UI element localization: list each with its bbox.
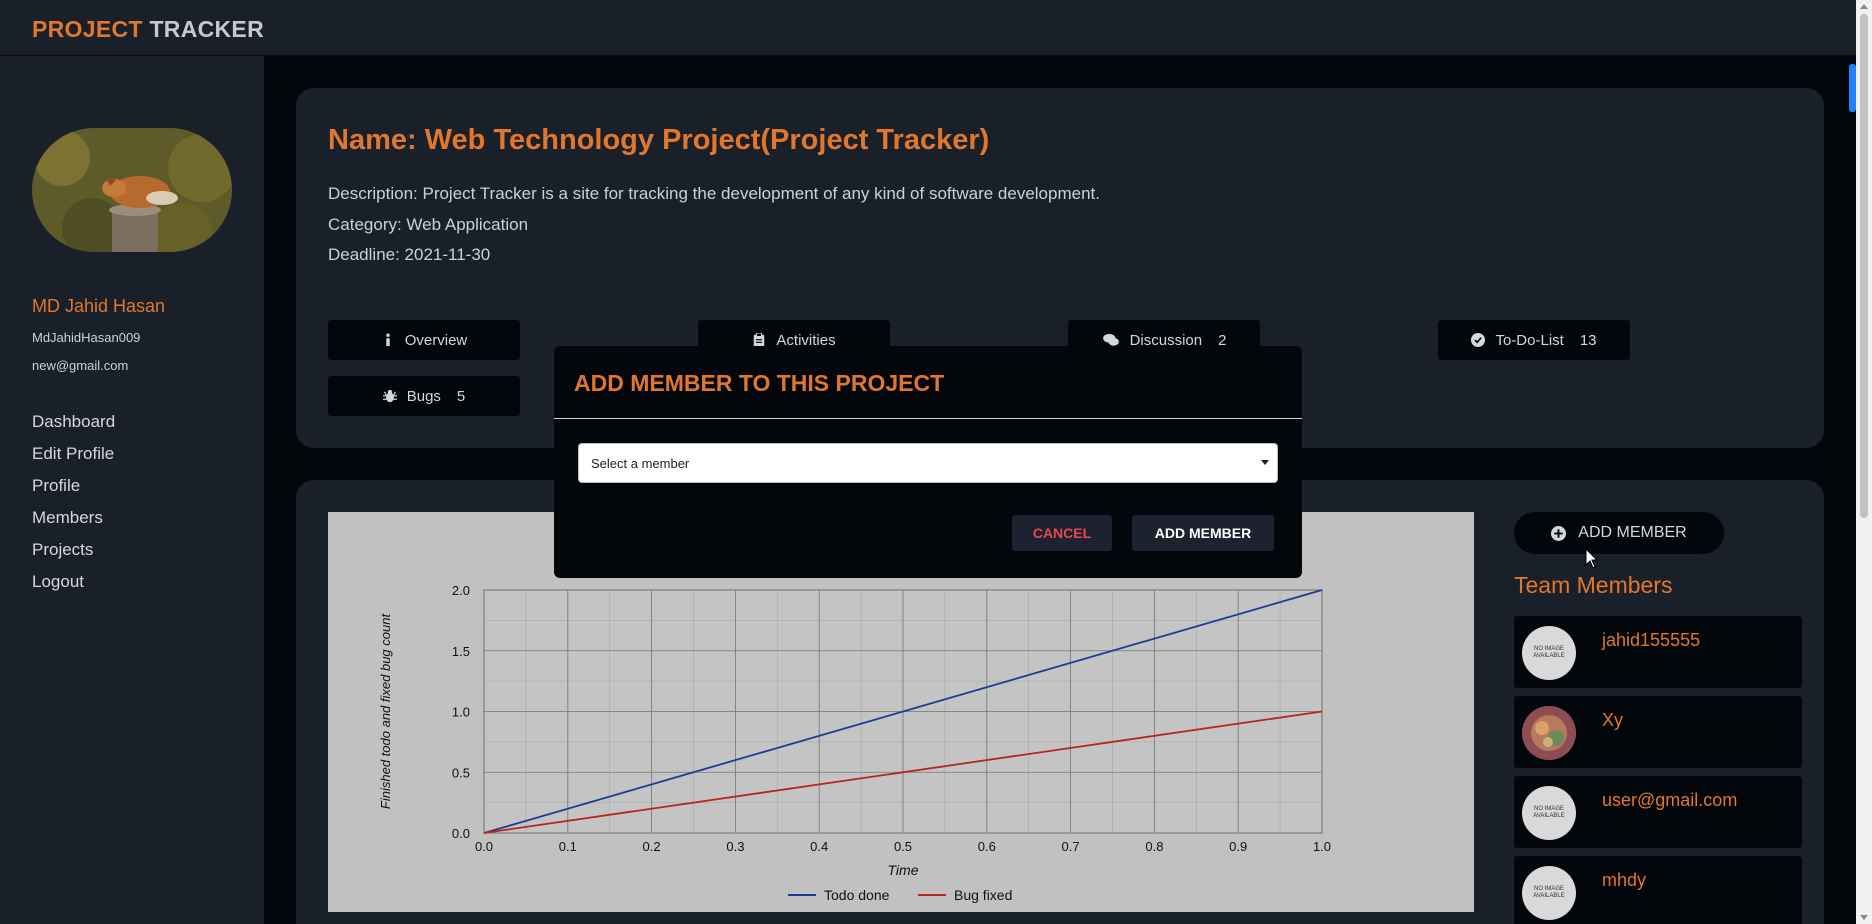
tab-bugs[interactable]: Bugs 5 <box>328 376 520 416</box>
sidebar-item-edit-profile[interactable]: Edit Profile <box>32 444 115 476</box>
tab-todo-label: To-Do-List <box>1495 331 1564 349</box>
x-tick-label: 0.7 <box>1062 839 1080 854</box>
sidebar-item-projects[interactable]: Projects <box>32 540 115 572</box>
team-members-title: Team Members <box>1514 572 1673 598</box>
project-name: Name: Web Technology Project(Project Tra… <box>328 124 990 156</box>
info-icon <box>385 333 390 347</box>
team-member-name[interactable]: mhdy <box>1602 870 1646 891</box>
y-tick-label: 2.0 <box>452 583 470 598</box>
sidebar-item-logout[interactable]: Logout <box>32 572 115 604</box>
sidebar-nav: Dashboard Edit Profile Profile Members P… <box>32 412 115 604</box>
scrollbar-thumb[interactable] <box>1860 14 1868 518</box>
chevron-down-icon <box>1261 460 1269 465</box>
plus-circle-icon <box>1551 525 1567 541</box>
add-member-button-label: ADD MEMBER <box>1578 524 1687 541</box>
no-image-placeholder: NO IMAGE AVAILABLE <box>1522 866 1576 920</box>
tab-bugs-label: Bugs <box>406 387 441 405</box>
member-photo <box>1522 706 1576 760</box>
tab-bugs-count: 5 <box>456 387 466 405</box>
x-tick-label: 0.2 <box>643 839 661 854</box>
x-tick-label: 1.0 <box>1313 839 1331 854</box>
tab-todo-count: 13 <box>1579 331 1597 349</box>
x-tick-label: 0.3 <box>726 839 744 854</box>
modal-title: ADD MEMBER TO THIS PROJECT <box>574 370 945 396</box>
tab-todo-list[interactable]: To-Do-List 13 <box>1438 320 1630 360</box>
add-member-submit-button[interactable]: ADD MEMBER <box>1132 515 1274 551</box>
cancel-button[interactable]: CANCEL <box>1012 515 1112 551</box>
team-member-name[interactable]: jahid155555 <box>1602 630 1700 651</box>
user-username: MdJahidHasan009 <box>32 330 141 345</box>
sidebar-item-members[interactable]: Members <box>32 508 115 540</box>
scroll-down-icon[interactable] <box>1860 915 1868 920</box>
scroll-position-marker <box>1849 64 1856 112</box>
page-scrollbar[interactable] <box>1856 0 1872 924</box>
brand-logo[interactable]: PROJECT TRACKER <box>32 16 264 43</box>
check-circle-icon <box>1471 333 1486 347</box>
x-tick-label: 0.1 <box>559 839 577 854</box>
scroll-up-icon[interactable] <box>1860 4 1868 9</box>
user-email: new@gmail.com <box>32 358 129 373</box>
team-member-name[interactable]: Xy <box>1602 710 1623 731</box>
brand-part1: PROJECT <box>32 16 143 42</box>
clipboard-icon <box>754 333 765 347</box>
bug-icon <box>382 389 397 403</box>
comments-icon <box>1102 333 1119 346</box>
team-member-card[interactable]: Xy <box>1514 696 1802 768</box>
mouse-cursor-icon <box>1585 548 1599 569</box>
sidebar-item-profile[interactable]: Profile <box>32 476 115 508</box>
sidebar: MD Jahid Hasan MdJahidHasan009 new@gmail… <box>0 56 264 924</box>
tab-overview-label: Overview <box>404 331 468 349</box>
member-select[interactable]: Select a member <box>578 443 1278 483</box>
avatar-fox-image <box>32 128 232 252</box>
tab-overview[interactable]: Overview <box>328 320 520 360</box>
team-member-card[interactable]: NO IMAGE AVAILABLE mhdy <box>1514 856 1802 924</box>
x-tick-label: 0.8 <box>1145 839 1163 854</box>
add-member-modal: ADD MEMBER TO THIS PROJECT Select a memb… <box>554 346 1302 578</box>
team-member-card[interactable]: NO IMAGE AVAILABLE jahid155555 <box>1514 616 1802 688</box>
add-member-button[interactable]: ADD MEMBER <box>1514 512 1724 554</box>
x-tick-label: 0.0 <box>475 839 493 854</box>
member-photo-image <box>1522 706 1576 760</box>
project-deadline: Deadline: 2021-11-30 <box>328 245 491 264</box>
x-tick-label: 0.5 <box>894 839 912 854</box>
x-tick-label: 0.4 <box>810 839 828 854</box>
user-name: MD Jahid Hasan <box>32 296 166 316</box>
member-select-value: Select a member <box>591 455 690 471</box>
avatar <box>32 128 232 252</box>
x-tick-label: 0.6 <box>978 839 996 854</box>
y-tick-label: 1.5 <box>452 644 470 659</box>
project-category: Category: Web Application <box>328 215 529 234</box>
modal-divider <box>554 418 1302 419</box>
legend-label: Todo done <box>824 887 890 903</box>
y-axis-label: Finished todo and fixed bug count <box>378 613 393 810</box>
project-description: Description: Project Tracker is a site f… <box>328 184 1100 203</box>
x-axis-label: Time <box>888 862 919 878</box>
no-image-placeholder: NO IMAGE AVAILABLE <box>1522 626 1576 680</box>
brand-part2: TRACKER <box>149 16 264 42</box>
y-tick-label: 1.0 <box>452 705 470 720</box>
top-bar: PROJECT TRACKER <box>0 0 1856 56</box>
legend-label: Bug fixed <box>954 887 1012 903</box>
no-image-placeholder: NO IMAGE AVAILABLE <box>1522 786 1576 840</box>
x-tick-label: 0.9 <box>1229 839 1247 854</box>
team-member-card[interactable]: NO IMAGE AVAILABLE user@gmail.com <box>1514 776 1802 848</box>
y-tick-label: 0.5 <box>452 765 470 780</box>
y-tick-label: 0.0 <box>452 826 470 841</box>
sidebar-item-dashboard[interactable]: Dashboard <box>32 412 115 444</box>
team-member-name[interactable]: user@gmail.com <box>1602 790 1737 811</box>
